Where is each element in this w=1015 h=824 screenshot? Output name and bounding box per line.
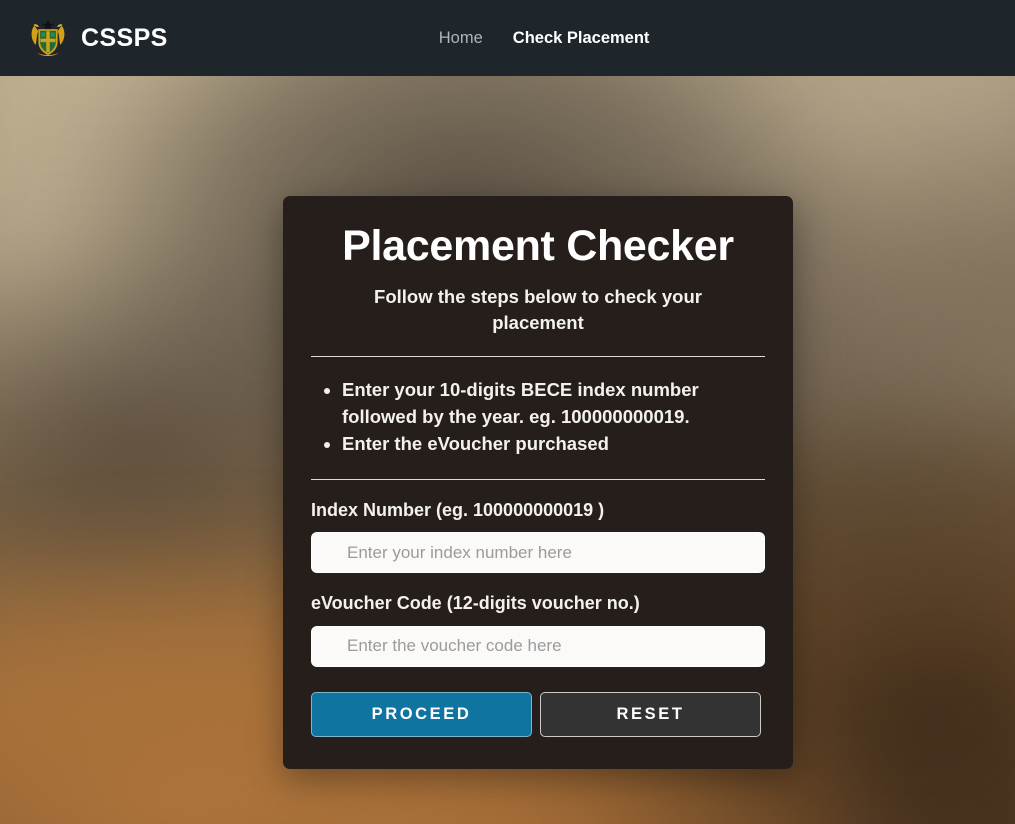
nav-links: Home Check Placement bbox=[439, 30, 650, 47]
reset-button[interactable]: Reset bbox=[540, 691, 761, 737]
page-subtitle: Follow the steps below to check your pla… bbox=[374, 286, 702, 334]
proceed-button[interactable]: Proceed bbox=[311, 691, 532, 737]
index-number-input[interactable] bbox=[311, 532, 765, 574]
divider-top bbox=[311, 355, 765, 357]
ghana-coat-of-arms-icon bbox=[31, 19, 65, 57]
list-item: Enter your 10-digits BECE index number f… bbox=[342, 376, 765, 430]
instruction-list: Enter your 10-digits BECE index number f… bbox=[311, 376, 765, 457]
placement-checker-card: Placement Checker Follow the steps below… bbox=[283, 196, 793, 769]
page-title: Placement Checker bbox=[342, 222, 734, 270]
voucher-code-input[interactable] bbox=[311, 625, 765, 667]
divider-bottom bbox=[311, 478, 765, 480]
nav-link-check-placement[interactable]: Check Placement bbox=[513, 30, 650, 47]
list-item: Enter the eVoucher purchased bbox=[342, 430, 765, 457]
page-body: Placement Checker Follow the steps below… bbox=[0, 76, 1015, 824]
brand-label: CSSPS bbox=[81, 23, 168, 52]
nav-link-home[interactable]: Home bbox=[439, 30, 483, 47]
index-number-group: Index Number (eg. 100000000019 ) bbox=[311, 500, 765, 574]
index-number-label: Index Number (eg. 100000000019 ) bbox=[311, 499, 605, 520]
voucher-code-group: eVoucher Code (12-digits voucher no.) bbox=[311, 593, 765, 667]
brand-link[interactable]: CSSPS bbox=[26, 16, 168, 60]
voucher-code-label: eVoucher Code (12-digits voucher no.) bbox=[311, 593, 640, 614]
form-actions: Proceed Reset bbox=[311, 691, 765, 737]
navbar: CSSPS Home Check Placement bbox=[0, 0, 1015, 76]
